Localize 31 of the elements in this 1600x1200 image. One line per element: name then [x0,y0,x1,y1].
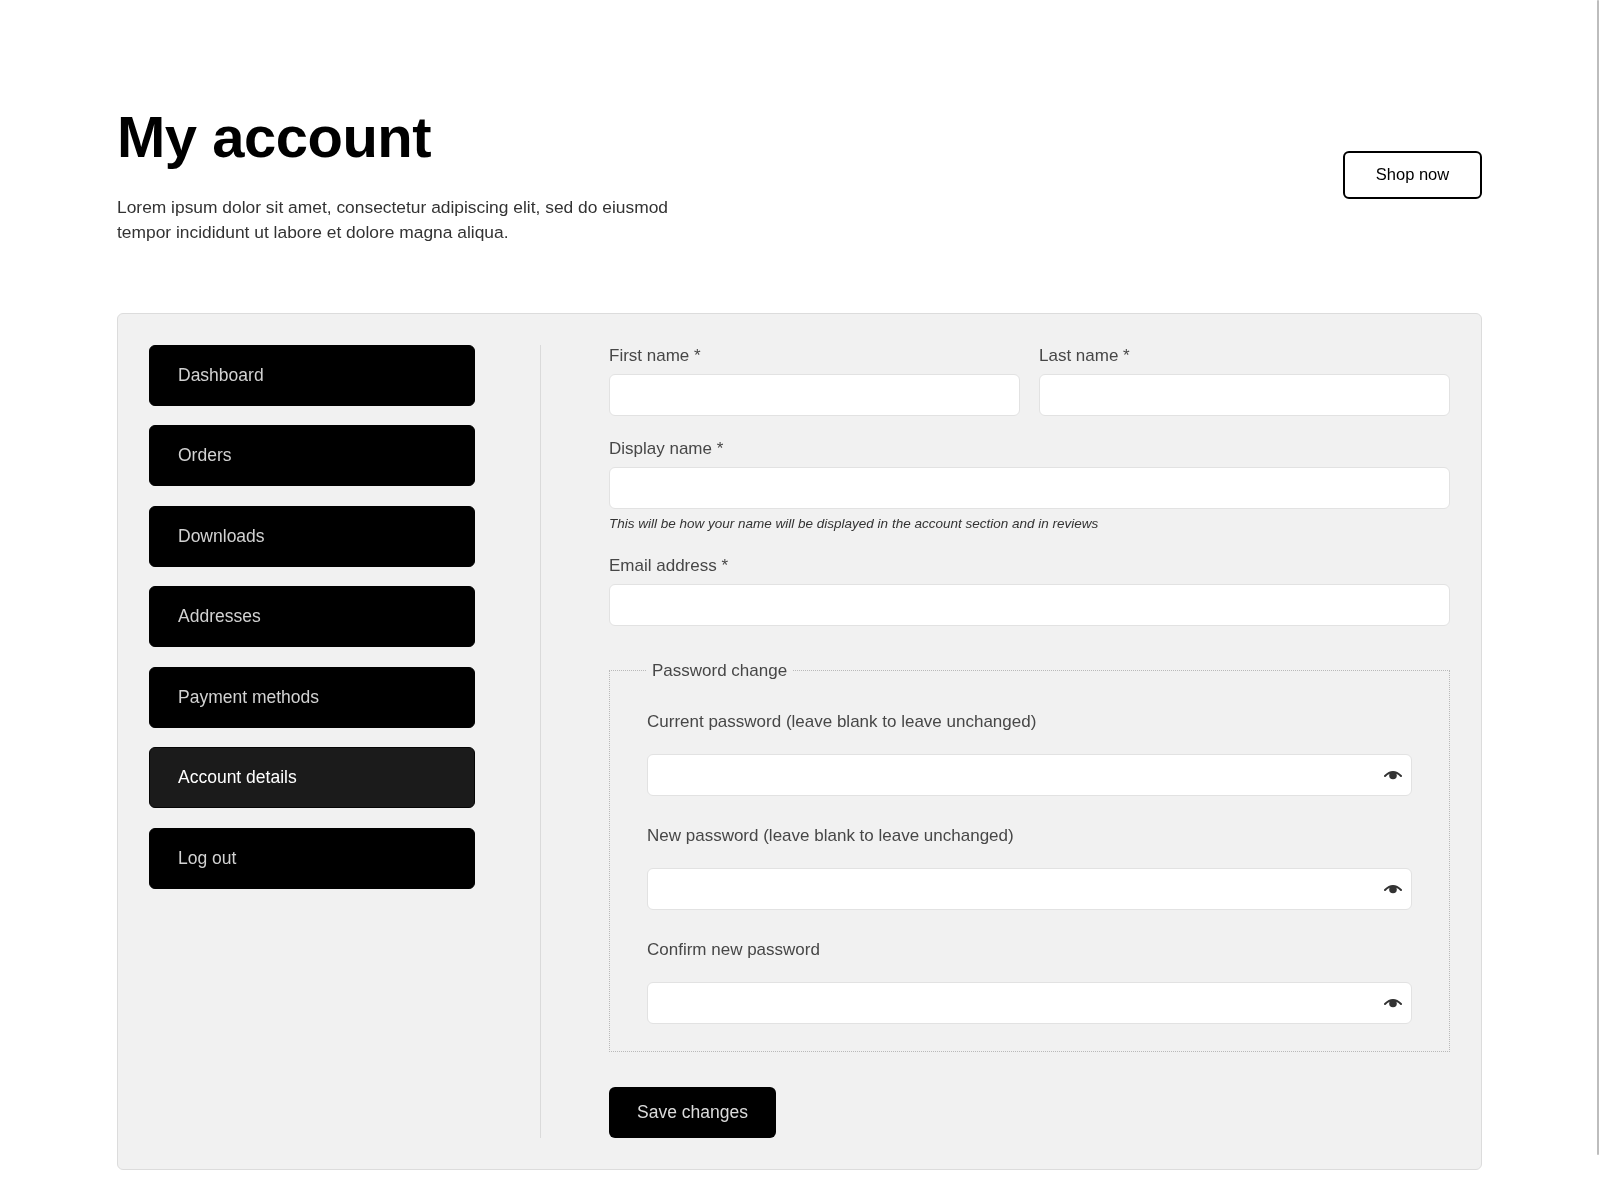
password-field[interactable] [647,753,1412,796]
field-label: First name * [609,344,702,367]
field-label: Current password (leave blank to leave unchanged) [647,710,1038,733]
nav-item[interactable]: Account details [149,747,475,809]
password-field[interactable] [647,867,1412,910]
nav-item[interactable]: Orders [149,425,475,487]
nav-item[interactable]: Payment methods [149,666,475,728]
field-hint: This will be how your name will be displayed in the account section and in reviews [609,514,1100,533]
field-label: Display name * [609,437,725,460]
scrollbar-thumb[interactable] [1597,0,1599,1155]
field-label: Last name * [1039,344,1131,367]
nav-item[interactable]: Log out [149,827,475,889]
shop-now-button[interactable]: Shop now [1343,150,1482,199]
page-title: My account [117,104,432,171]
eye-icon[interactable] [1384,996,1402,1008]
field-label: Email address * [609,554,730,577]
password-field[interactable] [647,981,1412,1024]
fieldset-legend: Password change [646,659,794,682]
field-label: Confirm new password [647,938,821,961]
field-label: New password (leave blank to leave unchanged) [647,824,1015,847]
nav-item[interactable]: Addresses [149,586,475,648]
input-field[interactable] [609,373,1020,416]
save-changes-button[interactable]: Save changes [609,1086,776,1138]
nav-item[interactable]: Dashboard [149,344,475,406]
input-field[interactable] [609,583,1450,626]
page-description: Lorem ipsum dolor sit amet, consectetur adipiscing elit, sed do eiusmod tempor incididunt ut labore et dolore magna aliqua. [117,195,669,245]
eye-icon[interactable] [1384,882,1402,894]
input-field[interactable] [609,466,1450,509]
nav-item[interactable]: Downloads [149,505,475,567]
eye-icon[interactable] [1384,768,1402,780]
input-field[interactable] [1039,373,1450,416]
